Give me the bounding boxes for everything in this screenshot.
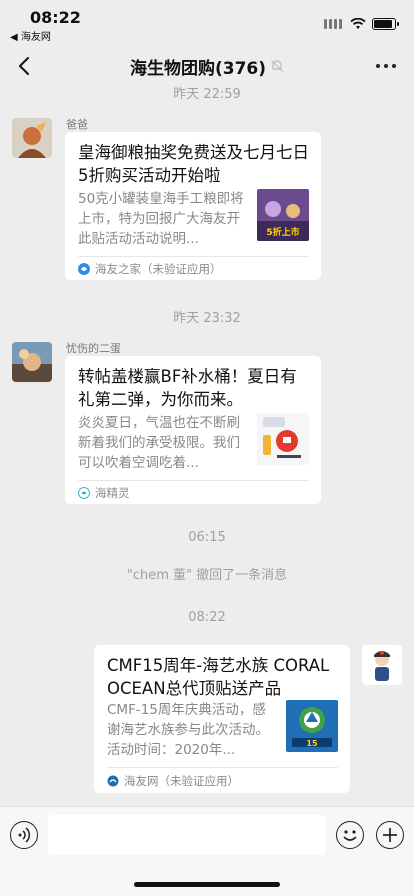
plus-icon[interactable] — [376, 821, 404, 849]
app-source-icon — [107, 775, 119, 787]
chat-title: 海生物团购(376) — [129, 58, 267, 79]
timestamp: 昨天 22:59 — [173, 87, 241, 102]
message-input[interactable] — [48, 815, 326, 855]
card-thumbnail: 15 — [286, 700, 338, 752]
status-time: 08:22 — [30, 8, 81, 27]
card-description: CMF-15周年庆典活动，感谢海艺水族参与此次活动。活动时间：2020年... — [107, 702, 269, 758]
app-source-icon — [78, 263, 90, 275]
chat-title-group: 海生物团购(376) — [130, 54, 284, 79]
avatar[interactable] — [12, 342, 52, 382]
card-thumbnail: 5折上市 — [257, 189, 309, 241]
status-bar: 08:22 ◀ 海友网 — [0, 0, 414, 44]
home-indicator — [134, 882, 280, 887]
avatar[interactable] — [362, 645, 402, 685]
back-arrow-icon[interactable] — [14, 54, 36, 78]
link-card[interactable]: CMF15周年-海艺水族 CORAL OCEAN总代顶贴送产品 CMF-15周年… — [94, 645, 350, 793]
chat-header: 海生物团购(376) — [0, 44, 414, 88]
card-source: 海精灵 — [78, 485, 130, 501]
card-title: 转帖盖楼赢BF补水桶！夏日有礼第二弹，为你而来。 — [78, 367, 297, 409]
card-divider — [107, 767, 338, 768]
recall-notice: "chem 董" 撤回了一条消息 — [126, 568, 288, 583]
status-icons — [324, 14, 399, 33]
card-source-label: 海友之家（未验证应用） — [95, 262, 222, 276]
more-icon[interactable] — [376, 64, 396, 68]
card-divider — [78, 480, 309, 481]
link-card[interactable]: 皇海御粮抽奖免费送及七月七日5折购买活动开始啦 50克小罐装皇海手工粮即将上市，… — [65, 132, 321, 280]
link-card[interactable]: 转帖盖楼赢BF补水桶！夏日有礼第二弹，为你而来。 炎炎夏日，气温也在不断刷新着我… — [65, 356, 321, 504]
sender-name: 忧伤的二蛋 — [66, 342, 121, 355]
card-source: 海友网（未验证应用） — [107, 773, 239, 789]
card-thumbnail-text: 5折上市 — [266, 226, 299, 238]
back-to-app-link[interactable]: ◀ 海友网 — [10, 28, 51, 43]
mute-bell-icon — [271, 60, 283, 72]
card-divider — [78, 256, 309, 257]
svg-text:15: 15 — [306, 739, 318, 748]
sender-name: 爸爸 — [66, 118, 88, 131]
signal-icon — [324, 14, 344, 33]
timestamp: 08:22 — [188, 610, 226, 625]
timestamp: 昨天 23:32 — [173, 311, 241, 326]
emoji-icon[interactable] — [336, 821, 364, 849]
voice-icon[interactable] — [10, 821, 38, 849]
card-description: 炎炎夏日，气温也在不断刷新着我们的承受极限。我们可以吹着空调吃着... — [78, 415, 240, 471]
avatar[interactable] — [12, 118, 52, 158]
card-title: 皇海御粮抽奖免费送及七月七日5折购买活动开始啦 — [78, 143, 309, 185]
app-source-icon — [78, 487, 90, 499]
battery-icon — [372, 17, 399, 30]
card-description: 50克小罐装皇海手工粮即将上市，特为回报广大海友开此贴活动活动说明... — [78, 191, 244, 247]
wifi-icon — [350, 17, 366, 29]
card-title: CMF15周年-海艺水族 CORAL OCEAN总代顶贴送产品 — [107, 656, 330, 698]
timestamp: 06:15 — [188, 530, 226, 545]
card-thumbnail — [257, 413, 309, 465]
card-source-label: 海友网（未验证应用） — [124, 774, 239, 788]
card-source: 海友之家（未验证应用） — [78, 261, 222, 277]
card-source-label: 海精灵 — [95, 486, 130, 500]
